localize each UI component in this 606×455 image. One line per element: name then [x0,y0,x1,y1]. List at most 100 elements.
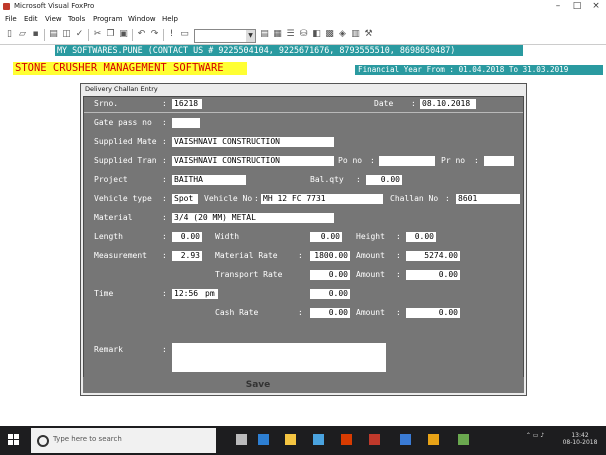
cash-rate-label: Cash Rate [215,308,259,317]
menu-tools[interactable]: Tools [68,14,85,25]
width-field[interactable]: 0.00 [310,232,342,242]
time-extra-field[interactable]: 0.00 [310,289,350,299]
pr-no-field[interactable] [484,156,514,166]
menu-file[interactable]: File [5,14,17,25]
supplied-mate-label: Supplied Mate [94,137,157,146]
vehicle-type-field[interactable]: Spot [172,194,198,204]
tray-clock[interactable]: 13:42 08-10-2018 [558,432,602,446]
toolbar: ▯ ▱ ▪ ▤ ◫ ✓ ✂ ❐ ▣ ↶ ↷ ! ▭ ▼ ▤ ▦ ☰ ⛁ ◧ ▩ … [0,26,606,45]
po-no-field[interactable] [379,156,435,166]
measurement-field[interactable]: 2.93 [172,251,202,261]
modify-form-icon[interactable]: ▭ [179,29,190,40]
taskbar: Type here to search ⌃ ▭ ♪ 13:42 08-10-20… [0,426,606,455]
width-label: Width [215,232,240,241]
gate-pass-field[interactable] [172,118,200,128]
remark-label: Remark [94,345,123,354]
challan-no-label: Challan No [390,194,439,203]
srno-field[interactable]: 16218 [172,99,202,109]
toolbar-combo[interactable]: ▼ [194,29,256,43]
cash-rate-field[interactable]: 0.00 [310,308,350,318]
data-session-icon[interactable]: ▦ [272,29,283,40]
class-browser-icon[interactable]: ◧ [311,29,322,40]
undo-icon[interactable]: ↶ [136,29,147,40]
vehicle-no-label: Vehicle No [204,194,253,203]
print-icon[interactable]: ▤ [48,29,59,40]
title-bar: Microsoft Visual FoxPro – □ × [0,0,606,13]
menu-bar: File Edit View Tools Program Window Help [0,14,606,25]
app-red-icon[interactable] [369,434,380,445]
store-icon[interactable] [313,434,324,445]
time-label: Time [94,289,114,298]
database-icon[interactable]: ⛁ [298,29,309,40]
menu-view[interactable]: View [45,14,62,25]
menu-help[interactable]: Help [162,14,178,25]
coverage-icon[interactable]: ◈ [337,29,348,40]
supplied-tran-label: Supplied Tran [94,156,157,165]
properties-icon[interactable]: ☰ [285,29,296,40]
minimize-icon[interactable]: – [551,0,565,13]
financial-year-banner: Financial Year From : 01.04.2018 To 31.0… [355,65,603,75]
cash-amount-field[interactable]: 0.00 [406,308,460,318]
tray-icons[interactable]: ⌃ ▭ ♪ [520,432,550,439]
save-button[interactable]: Save [238,379,278,391]
office-icon[interactable] [341,434,352,445]
pr-no-label: Pr no [441,156,466,165]
challan-no-field[interactable]: 8601 [456,194,520,204]
new-file-icon[interactable]: ▯ [4,29,15,40]
date-field[interactable]: 08.10.2018 [420,99,476,109]
supplied-tran-field[interactable]: VAISHNAVI CONSTRUCTION [172,156,334,166]
paste-icon[interactable]: ▣ [118,29,129,40]
time-field[interactable]: 12:56 [172,289,204,299]
material-amount-label: Amount [356,251,385,260]
cut-icon[interactable]: ✂ [92,29,103,40]
time-ampm-field[interactable]: pm [204,289,218,299]
copy-icon[interactable]: ❐ [105,29,116,40]
chevron-down-icon[interactable]: ▼ [246,30,255,42]
length-field[interactable]: 0.00 [172,232,202,242]
spell-check-icon[interactable]: ✓ [74,29,85,40]
remark-field[interactable] [172,343,386,372]
app-name-banner: STONE CRUSHER MANAGEMENT SOFTWARE [13,62,247,75]
menu-edit[interactable]: Edit [24,14,38,25]
project-field[interactable]: BAITHA [172,175,246,185]
dialog-body: Srno. : 16218 Date : 08.10.2018 Gate pas… [83,96,524,378]
vehicle-type-label: Vehicle type [94,194,152,203]
date-label: Date [374,99,394,108]
save-disk-icon[interactable]: ▪ [30,29,41,40]
task-list-icon[interactable]: ▥ [350,29,361,40]
taskbar-search[interactable]: Type here to search [31,428,216,453]
component-gallery-icon[interactable]: ▩ [324,29,335,40]
maximize-icon[interactable]: □ [570,0,584,13]
supplied-mate-field[interactable]: VAISHNAVI CONSTRUCTION [172,137,334,147]
foxpro-taskbar-icon[interactable] [428,434,439,445]
app-green-icon[interactable] [458,434,469,445]
vehicle-no-field[interactable]: MH 12 FC 7731 [261,194,383,204]
task-view-icon[interactable] [236,434,247,445]
tray-time: 13:42 [571,432,589,439]
transport-rate-field[interactable]: 0.00 [310,270,350,280]
material-rate-field[interactable]: 1800.00 [310,251,350,261]
material-field[interactable]: 3/4 (20 MM) METAL [172,213,334,223]
menu-program[interactable]: Program [93,14,123,25]
window-title: Microsoft Visual FoxPro [14,2,95,10]
material-label: Material [94,213,133,222]
tools-icon[interactable]: ⚒ [363,29,374,40]
bal-qty-field[interactable]: 0.00 [366,175,402,185]
close-icon[interactable]: × [589,0,603,13]
run-icon[interactable]: ! [166,29,177,40]
material-rate-label: Material Rate [215,251,278,260]
height-field[interactable]: 0.00 [406,232,436,242]
redo-icon[interactable]: ↷ [149,29,160,40]
app-blue-icon[interactable] [400,434,411,445]
transport-amount-field[interactable]: 0.00 [406,270,460,280]
search-circle-icon [37,435,49,447]
menu-window[interactable]: Window [128,14,156,25]
windows-start-icon[interactable] [8,434,20,446]
file-explorer-icon[interactable] [285,434,296,445]
edge-icon[interactable] [258,434,269,445]
material-amount-field[interactable]: 5274.00 [406,251,460,261]
transport-rate-label: Transport Rate [215,270,283,279]
command-window-icon[interactable]: ▤ [259,29,270,40]
print-preview-icon[interactable]: ◫ [61,29,72,40]
open-folder-icon[interactable]: ▱ [17,29,28,40]
